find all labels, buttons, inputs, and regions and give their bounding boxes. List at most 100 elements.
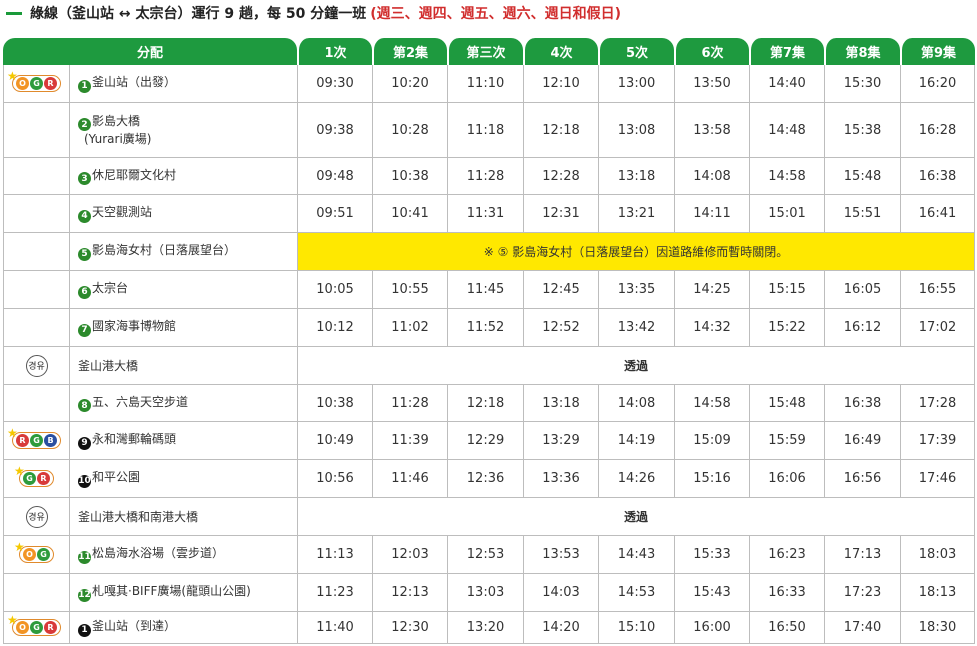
route-icon-cell xyxy=(3,385,69,422)
departure-time: 18:30 xyxy=(900,612,976,644)
stop-number-icon: 4 xyxy=(78,209,91,223)
departure-time: 17:02 xyxy=(900,309,976,347)
departure-time: 15:30 xyxy=(824,65,901,103)
header-trip-4: 4次 xyxy=(523,38,599,65)
departure-time: 12:10 xyxy=(523,65,599,103)
table-row: ★ O G R 1 釜山站（到達） 11:40 12:30 13:20 14:20 15:10 16:… xyxy=(3,612,976,644)
departure-time: 15:09 xyxy=(674,422,750,460)
departure-time: 15:33 xyxy=(674,536,750,574)
departure-time: 15:22 xyxy=(749,309,825,347)
departure-time: 14:53 xyxy=(598,574,675,612)
departure-time: 12:53 xyxy=(447,536,524,574)
stop-number-icon: 5 xyxy=(78,247,91,261)
stop-name: 天空觀測站 xyxy=(92,205,153,220)
stop-name-cell: 4 天空觀測站 xyxy=(69,195,298,233)
closure-notice: ※ ⑤ 影島海女村（日落展望台）因道路維修而暫時關閉。 xyxy=(297,233,976,271)
departure-time: 13:50 xyxy=(674,65,750,103)
stop-name: 國家海事博物館 xyxy=(92,319,177,334)
timetable: 分配 1次 第2集 第三次 4次 5次 6次 第7集 第8集 第9集 ★ O G R 1 釜山站（出發） 09… xyxy=(3,38,976,644)
departure-time: 13:58 xyxy=(674,103,750,158)
departure-time: 17:13 xyxy=(824,536,901,574)
stop-number-icon: 3 xyxy=(78,172,91,186)
table-row: 8 五、六島天空步道 10:38 11:28 12:18 13:18 14:08 14:58 1… xyxy=(3,385,976,422)
departure-time: 12:03 xyxy=(372,536,448,574)
table-row: 3 休尼耶爾文化村 09:48 10:38 11:28 12:28 13:18 14:08 14… xyxy=(3,158,976,195)
departure-time: 15:38 xyxy=(824,103,901,158)
route-icon-cell xyxy=(3,158,69,195)
line-g-icon: G xyxy=(30,621,43,634)
departure-time: 13:00 xyxy=(598,65,675,103)
line-g-icon: G xyxy=(30,77,43,90)
stop-number-icon: 8 xyxy=(78,399,91,413)
departure-time: 16:56 xyxy=(824,460,901,498)
star-icon: ★ xyxy=(14,464,25,478)
departure-time: 09:48 xyxy=(297,158,373,195)
departure-time: 18:03 xyxy=(900,536,976,574)
green-line-marker xyxy=(6,11,22,15)
stop-name: 和平公園 xyxy=(92,470,141,485)
departure-time: 11:39 xyxy=(372,422,448,460)
stop-name: 太宗台 xyxy=(92,281,129,296)
departure-time: 15:48 xyxy=(749,385,825,422)
departure-time: 14:26 xyxy=(598,460,675,498)
departure-time: 12:28 xyxy=(523,158,599,195)
line-g-icon: G xyxy=(30,434,43,447)
departure-time: 16:55 xyxy=(900,271,976,309)
line-g-icon: G xyxy=(23,472,36,485)
departure-time: 13:03 xyxy=(447,574,524,612)
stop-number-icon: 6 xyxy=(78,285,91,299)
departure-time: 16:38 xyxy=(900,158,976,195)
stop-name: 影島大橋 xyxy=(92,113,141,128)
header-trip-1: 1次 xyxy=(297,38,373,65)
stop-name-cell: 1 釜山站（到達） xyxy=(69,612,298,644)
transfer-badge-icon: ★ O G R xyxy=(7,613,61,636)
stop-number-icon: 2 xyxy=(78,118,91,132)
route-icon-cell: 경유 xyxy=(3,347,69,385)
line-g-icon: G xyxy=(37,548,50,561)
line-r-icon: R xyxy=(37,472,50,485)
stop-number-icon: 7 xyxy=(78,323,91,337)
departure-time: 12:13 xyxy=(372,574,448,612)
departure-time: 14:58 xyxy=(674,385,750,422)
route-icon-cell: ★ R G B xyxy=(3,422,69,460)
departure-time: 13:35 xyxy=(598,271,675,309)
line-r-icon: R xyxy=(44,621,57,634)
title-days: (週三、週四、週五、週六、週日和假日) xyxy=(370,6,621,22)
header-trip-3: 第三次 xyxy=(447,38,524,65)
line-o-icon: O xyxy=(16,77,29,90)
departure-time: 14:20 xyxy=(523,612,599,644)
table-row: 2 影島大橋 (Yurari廣場) 09:38 10:28 11:18 12:18 13:08… xyxy=(3,103,976,158)
departure-time: 17:40 xyxy=(824,612,901,644)
header-row: 分配 1次 第2集 第三次 4次 5次 6次 第7集 第8集 第9集 xyxy=(3,38,976,65)
departure-time: 14:03 xyxy=(523,574,599,612)
departure-time: 11:46 xyxy=(372,460,448,498)
departure-time: 15:15 xyxy=(749,271,825,309)
departure-time: 15:51 xyxy=(824,195,901,233)
stop-name-cell: 5 影島海女村（日落展望台） xyxy=(69,233,298,271)
departure-time: 10:55 xyxy=(372,271,448,309)
route-icon-cell xyxy=(3,195,69,233)
departure-time: 09:38 xyxy=(297,103,373,158)
departure-time: 16:05 xyxy=(824,271,901,309)
departure-time: 13:53 xyxy=(523,536,599,574)
stop-name-cell: 11松島海水浴場（雲步道） xyxy=(69,536,298,574)
star-icon: ★ xyxy=(7,613,18,627)
departure-time: 14:40 xyxy=(749,65,825,103)
route-icon-cell xyxy=(3,233,69,271)
departure-time: 15:01 xyxy=(749,195,825,233)
header-trip-5: 5次 xyxy=(598,38,675,65)
stop-name-cell: 7 國家海事博物館 xyxy=(69,309,298,347)
departure-time: 09:51 xyxy=(297,195,373,233)
departure-time: 11:40 xyxy=(297,612,373,644)
stop-name-cell: 釜山港大橋和南港大橋 xyxy=(69,498,298,536)
route-icon-cell xyxy=(3,309,69,347)
departure-time: 15:10 xyxy=(598,612,675,644)
line-b-icon: B xyxy=(44,434,57,447)
route-icon-cell: ★ O G R xyxy=(3,65,69,103)
stop-number-icon: 9 xyxy=(78,436,91,450)
title-text: 綠線（釜山站 ↔ 太宗台）運行 9 趟，每 50 分鐘一班 xyxy=(30,6,367,22)
departure-time: 16:49 xyxy=(824,422,901,460)
departure-time: 11:31 xyxy=(447,195,524,233)
departure-time: 12:30 xyxy=(372,612,448,644)
star-icon: ★ xyxy=(7,426,18,440)
